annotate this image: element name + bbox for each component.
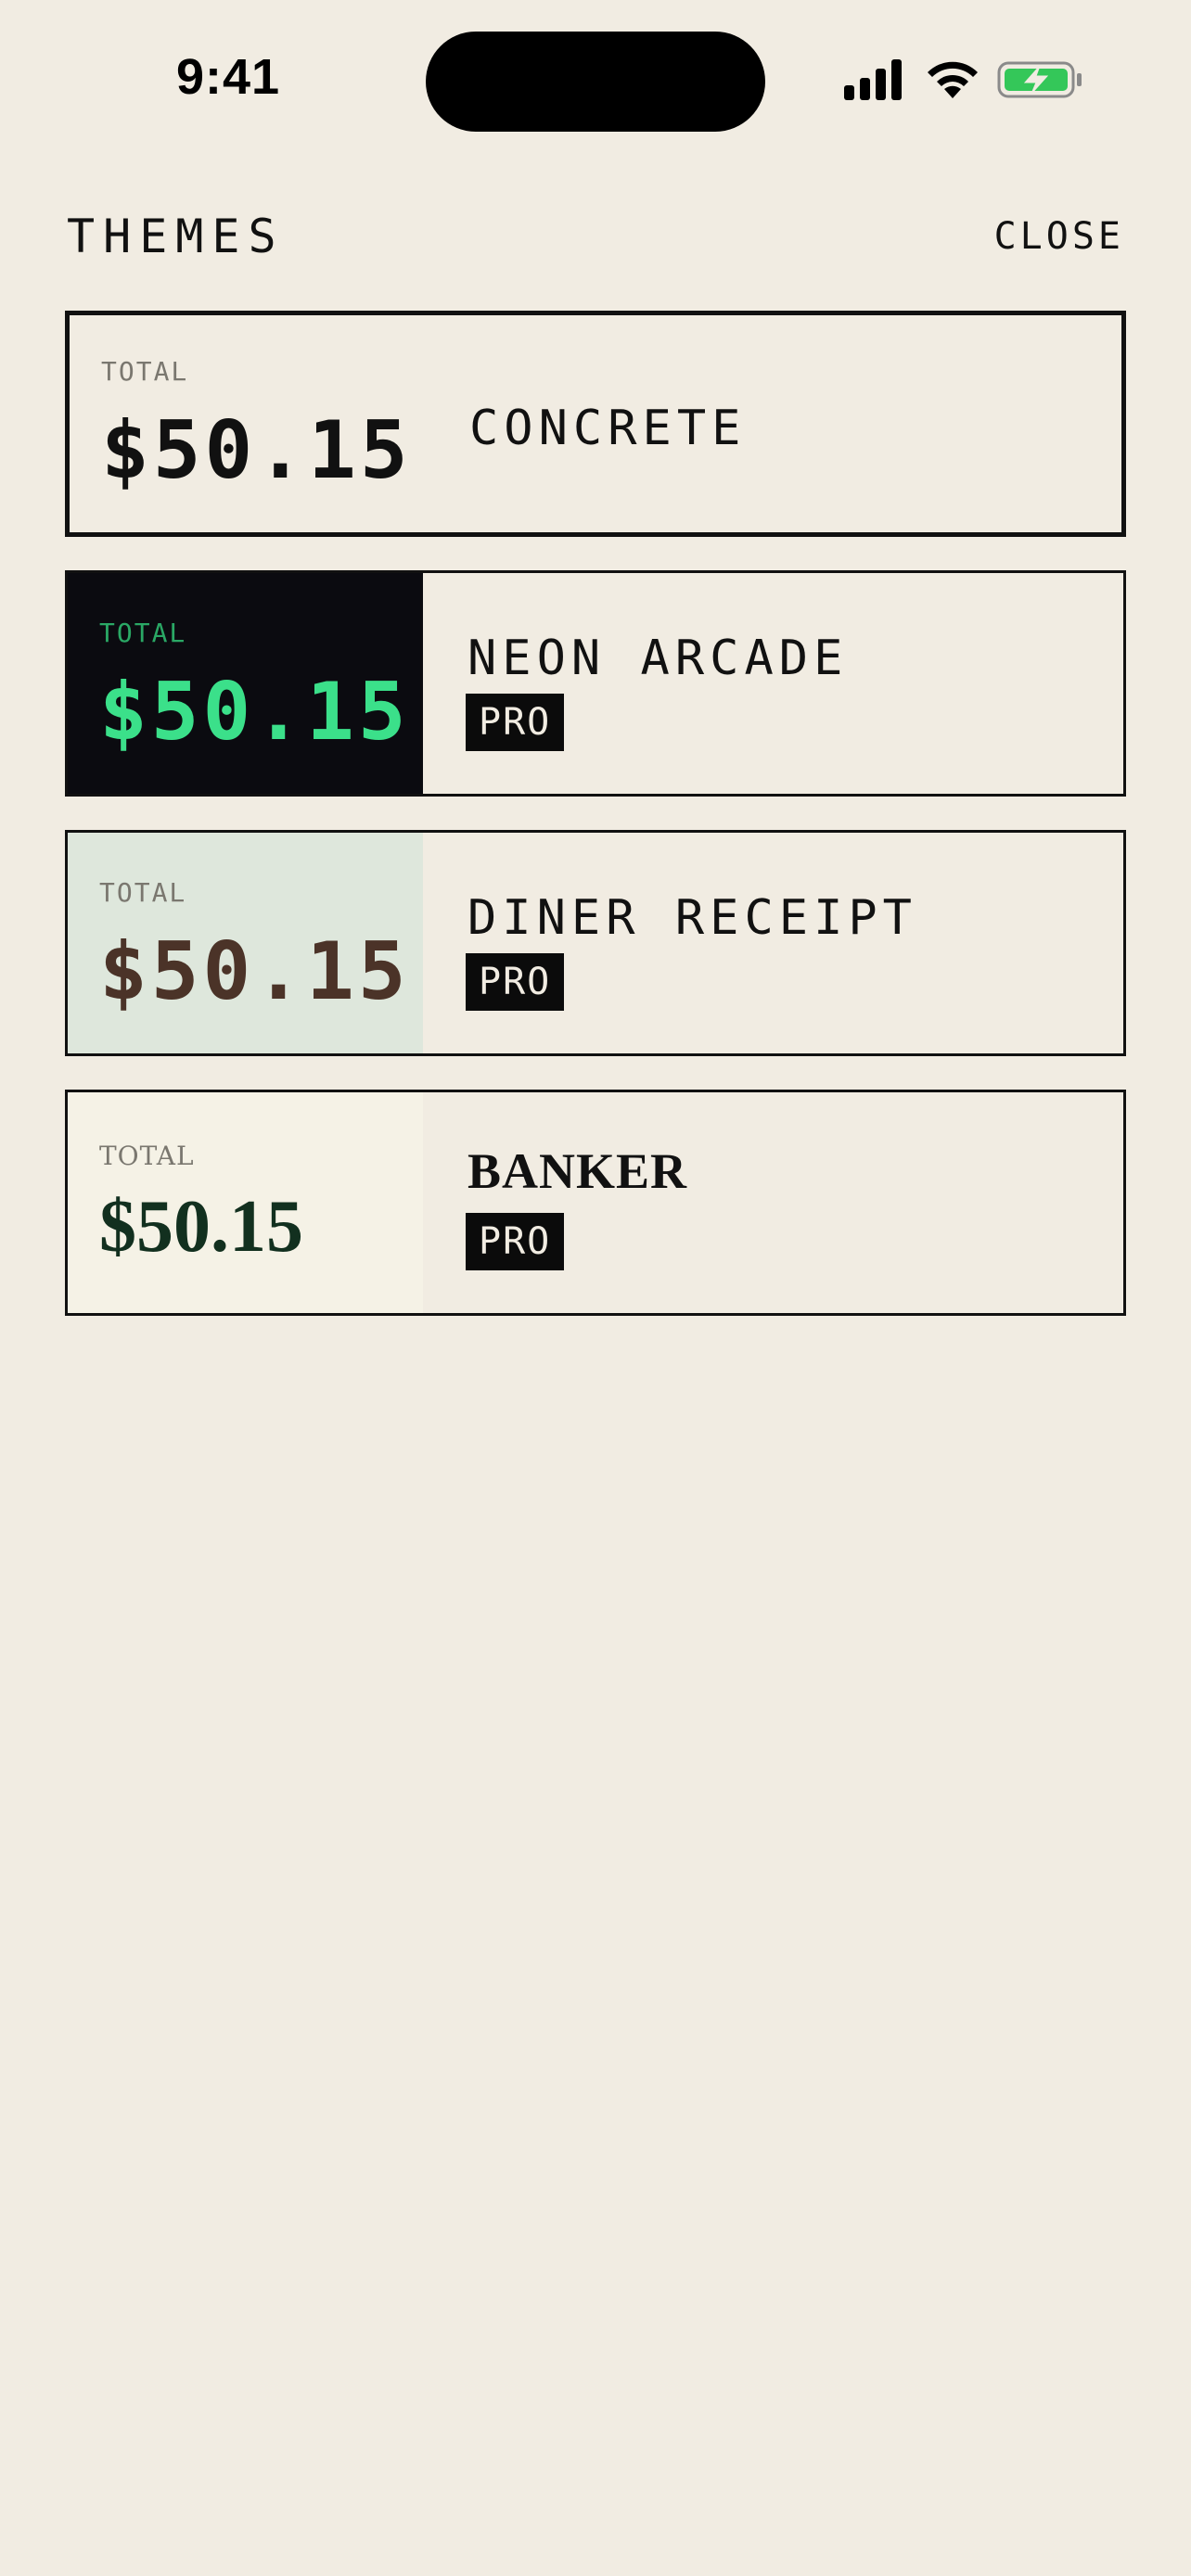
total-amount: $50.15 bbox=[99, 925, 410, 1018]
pro-badge: PRO bbox=[466, 694, 565, 751]
total-label: TOTAL bbox=[101, 356, 189, 387]
status-bar: 9:41 bbox=[0, 0, 1191, 158]
total-amount: $50.15 bbox=[99, 1186, 303, 1268]
pro-badge: PRO bbox=[466, 953, 565, 1011]
theme-name: CONCRETE bbox=[469, 401, 747, 456]
theme-card-concrete[interactable]: TOTAL $50.15 CONCRETE bbox=[65, 311, 1126, 537]
total-label: TOTAL bbox=[99, 1141, 195, 1171]
wifi-icon bbox=[928, 61, 978, 98]
close-button[interactable]: CLOSE bbox=[994, 215, 1124, 258]
total-amount: $50.15 bbox=[99, 666, 410, 759]
theme-preview: TOTAL $50.15 bbox=[68, 573, 423, 794]
theme-info: NEON ARCADE PRO bbox=[423, 573, 1123, 794]
total-label: TOTAL bbox=[99, 618, 187, 648]
theme-preview: TOTAL $50.15 bbox=[68, 1092, 423, 1313]
theme-card-neon-arcade[interactable]: TOTAL $50.15 NEON ARCADE PRO bbox=[65, 570, 1126, 797]
theme-preview: TOTAL $50.15 bbox=[68, 833, 423, 1053]
theme-card-banker[interactable]: TOTAL $50.15 BANKER PRO bbox=[65, 1090, 1126, 1316]
theme-name: NEON ARCADE bbox=[467, 631, 849, 686]
theme-info: BANKER PRO bbox=[423, 1092, 1123, 1313]
theme-info: DINER RECEIPT PRO bbox=[423, 833, 1123, 1053]
theme-name: BANKER bbox=[467, 1143, 688, 1199]
battery-charging-icon bbox=[997, 61, 1082, 98]
theme-preview: TOTAL $50.15 bbox=[70, 315, 425, 532]
page-title: THEMES bbox=[67, 210, 285, 263]
dynamic-island bbox=[426, 32, 765, 132]
cellular-signal-icon bbox=[844, 59, 902, 100]
theme-card-diner-receipt[interactable]: TOTAL $50.15 DINER RECEIPT PRO bbox=[65, 830, 1126, 1056]
status-time: 9:41 bbox=[176, 49, 281, 105]
theme-name: DINER RECEIPT bbox=[467, 890, 917, 946]
total-label: TOTAL bbox=[99, 877, 187, 908]
total-amount: $50.15 bbox=[101, 404, 412, 497]
theme-info: CONCRETE bbox=[425, 315, 1121, 532]
pro-badge: PRO bbox=[466, 1213, 565, 1270]
